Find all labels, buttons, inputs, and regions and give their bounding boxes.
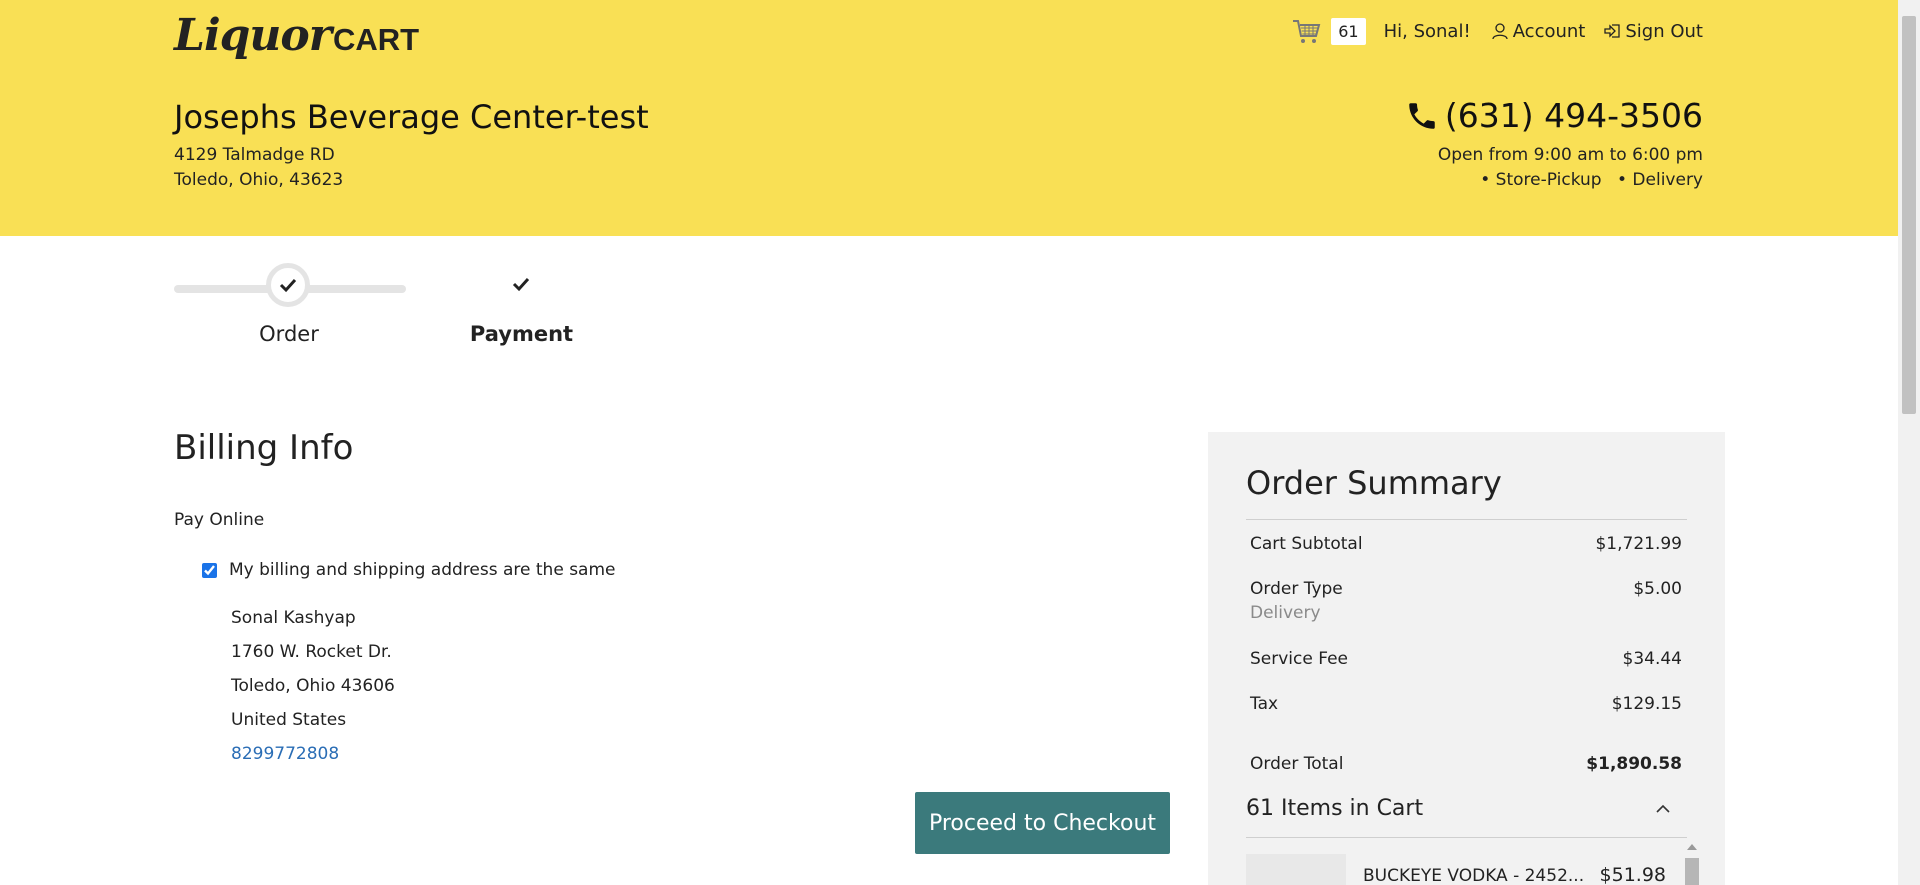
billing-info-title: Billing Info <box>174 428 354 468</box>
logo-cart-text: CART <box>332 22 420 57</box>
summary-divider <box>1246 519 1687 520</box>
store-address: 4129 Talmadge RD Toledo, Ohio, 43623 <box>174 143 343 193</box>
phone-icon <box>1409 102 1435 129</box>
account-link[interactable]: Account <box>1491 20 1586 42</box>
page-scrollbar-thumb[interactable] <box>1902 16 1916 414</box>
step-payment-label: Payment <box>469 322 574 346</box>
same-address-checkbox[interactable] <box>202 562 217 578</box>
cart-item-price: $51.98 <box>1599 864 1666 885</box>
order-step-marker <box>266 263 310 307</box>
order-total-label: Order Total <box>1250 754 1344 774</box>
summary-row-tax: Tax $129.15 <box>1250 694 1682 714</box>
order-type-label: Order Type <box>1250 579 1343 599</box>
tax-value: $129.15 <box>1611 694 1682 714</box>
scroll-up-arrow-icon[interactable] <box>1687 844 1697 850</box>
store-address-line1: 4129 Talmadge RD <box>174 145 335 165</box>
sign-out-icon <box>1604 24 1621 38</box>
pay-method-label: Pay Online <box>174 510 265 530</box>
proceed-to-checkout-button[interactable]: Proceed to Checkout <box>915 792 1170 854</box>
logo-script-text: Liquor <box>174 10 332 61</box>
scrollbar-thumb[interactable] <box>1685 858 1699 885</box>
top-nav: 61 Hi, Sonal! Account Sign Out <box>1291 14 1703 48</box>
order-type-sub: Delivery <box>1250 603 1321 623</box>
shopping-cart-icon[interactable] <box>1291 16 1321 46</box>
sign-out-link[interactable]: Sign Out <box>1603 21 1703 42</box>
billing-city-line: Toledo, Ohio 43606 <box>231 676 395 696</box>
step-order-label: Order <box>259 322 319 346</box>
chevron-up-icon <box>1656 804 1670 813</box>
service-delivery: • Delivery <box>1617 170 1703 190</box>
summary-row-service-fee: Service Fee $34.44 <box>1250 649 1682 669</box>
summary-row-subtotal: Cart Subtotal $1,721.99 <box>1250 534 1682 554</box>
user-greeting: Hi, Sonal! <box>1383 20 1471 42</box>
cart-count-badge[interactable]: 61 <box>1331 17 1366 45</box>
order-type-value: $5.00 <box>1633 579 1682 599</box>
store-header: Liquor CART 61 Hi, Sonal! Account Sign O… <box>0 0 1898 236</box>
items-in-cart-label: 61 Items in Cart <box>1246 796 1424 821</box>
page-scrollbar[interactable] <box>1898 0 1920 885</box>
checkout-steps: Order Payment <box>174 262 594 352</box>
store-phone[interactable]: (631) 494-3506 <box>1405 96 1703 135</box>
store-services: • Store-Pickup • Delivery <box>1405 168 1703 193</box>
billing-name: Sonal Kashyap <box>231 608 356 628</box>
items-divider <box>1246 837 1687 838</box>
service-fee-value: $34.44 <box>1622 649 1682 669</box>
cart-item: BUCKEYE VODKA - 2452... $51.98 <box>1246 852 1666 885</box>
service-store-pickup: • Store-Pickup <box>1480 170 1602 190</box>
billing-country: United States <box>231 710 347 730</box>
tax-label: Tax <box>1250 694 1279 714</box>
user-icon <box>1492 23 1508 40</box>
same-address-option[interactable]: My billing and shipping address are the … <box>202 560 615 580</box>
order-summary-title: Order Summary <box>1246 464 1502 502</box>
store-name: Josephs Beverage Center-test <box>174 98 649 136</box>
store-contact: (631) 494-3506 Open from 9:00 am to 6:00… <box>1405 96 1703 193</box>
billing-address: Sonal Kashyap 1760 W. Rocket Dr. Toledo,… <box>231 601 395 771</box>
check-icon <box>279 278 297 293</box>
subtotal-value: $1,721.99 <box>1595 534 1682 554</box>
check-icon <box>512 277 530 292</box>
account-label: Account <box>1512 20 1586 42</box>
store-phone-number: (631) 494-3506 <box>1444 96 1703 135</box>
store-address-line2: Toledo, Ohio, 43623 <box>174 170 344 190</box>
cart-items-scrollbar[interactable] <box>1685 844 1699 885</box>
order-summary-panel: Order Summary Cart Subtotal $1,721.99 Or… <box>1208 432 1725 885</box>
subtotal-label: Cart Subtotal <box>1250 534 1363 554</box>
same-address-label: My billing and shipping address are the … <box>229 560 616 580</box>
payment-step-marker <box>509 272 533 296</box>
cart-item-name: BUCKEYE VODKA - 2452... <box>1363 866 1585 885</box>
billing-phone-link[interactable]: 8299772808 <box>231 737 395 771</box>
sign-out-label: Sign Out <box>1625 20 1703 42</box>
items-in-cart-toggle[interactable]: 61 Items in Cart <box>1246 796 1687 821</box>
product-thumbnail <box>1246 854 1346 885</box>
store-hours: Open from 9:00 am to 6:00 pm <box>1437 145 1703 165</box>
service-fee-label: Service Fee <box>1250 649 1348 669</box>
order-total-value: $1,890.58 <box>1586 754 1682 774</box>
summary-row-order-type: Order Type Delivery $5.00 <box>1250 579 1682 623</box>
liquorcart-logo[interactable]: Liquor CART <box>174 10 419 70</box>
billing-street: 1760 W. Rocket Dr. <box>231 642 392 662</box>
summary-row-total: Order Total $1,890.58 <box>1250 754 1682 774</box>
